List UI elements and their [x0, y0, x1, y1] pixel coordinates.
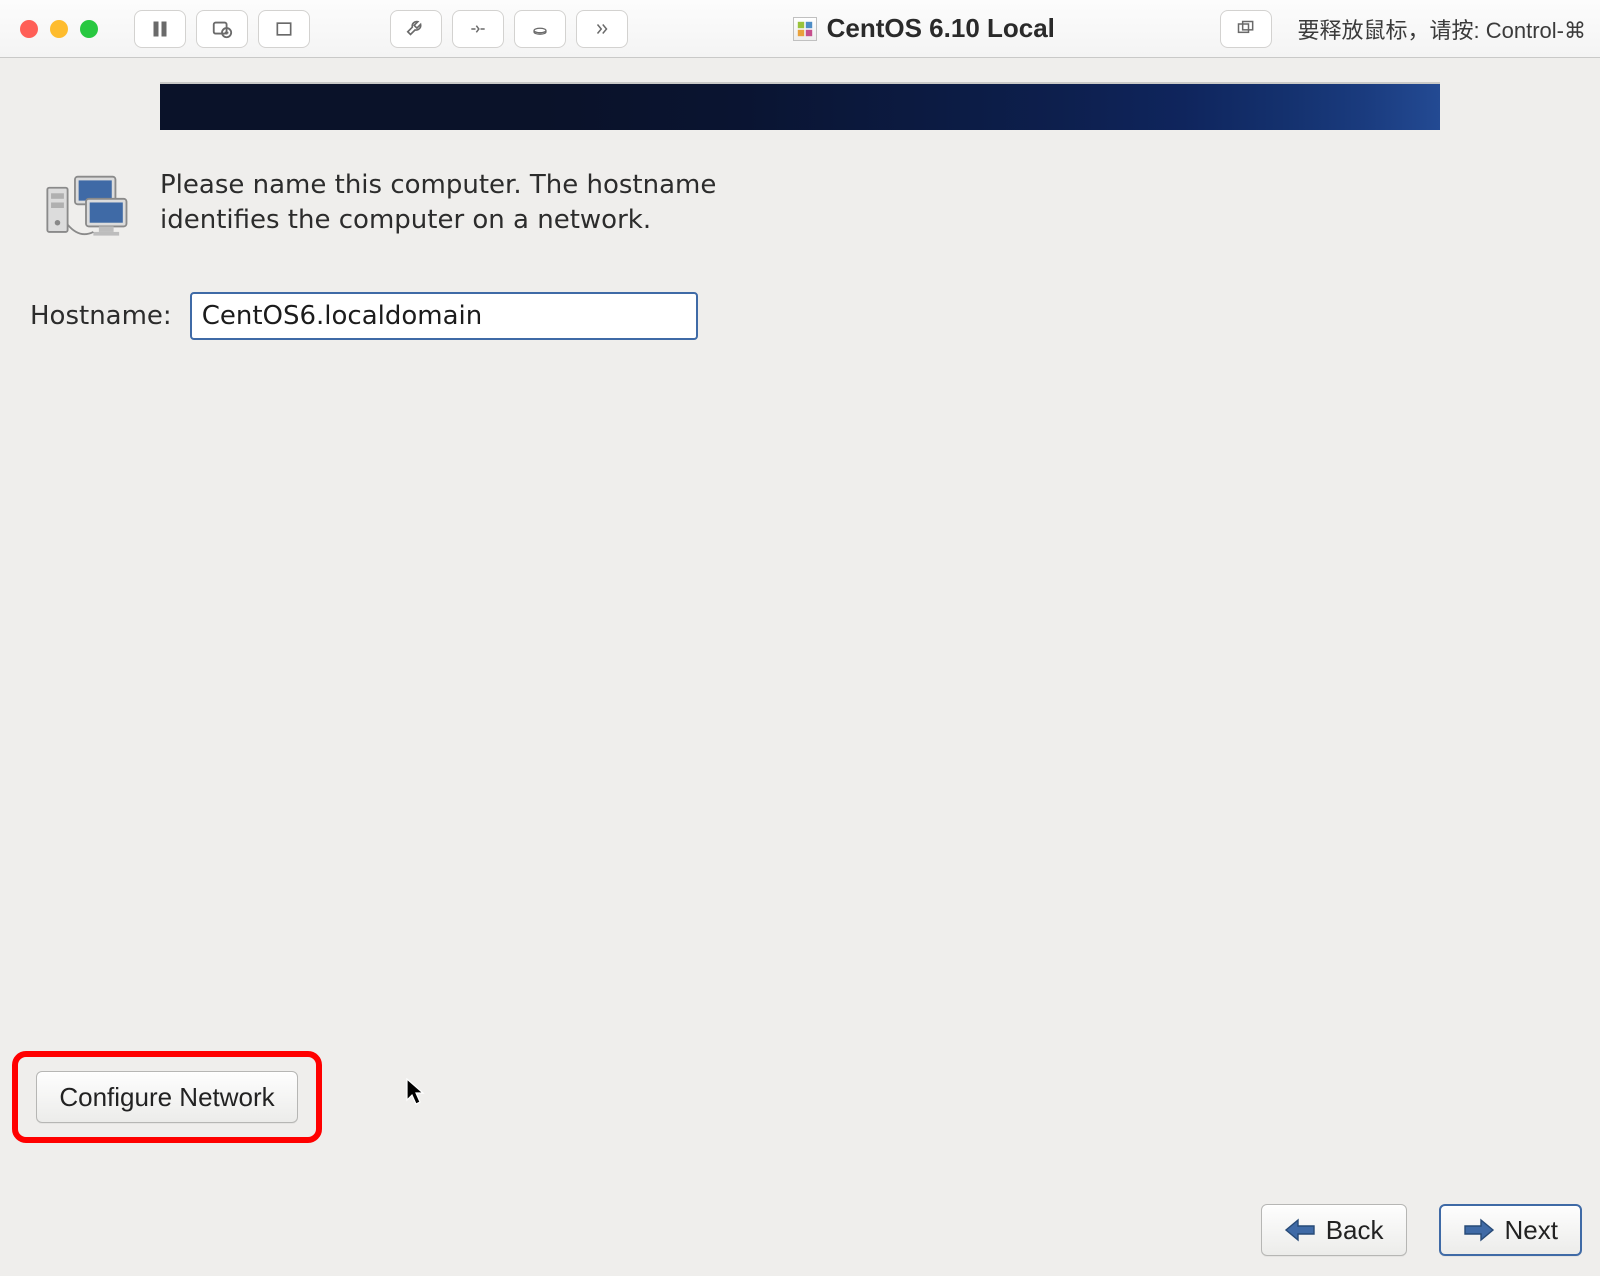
chevrons-right-icon	[592, 20, 612, 38]
snapshot-button[interactable]	[196, 10, 248, 48]
minimize-window-button[interactable]	[50, 20, 68, 38]
vm-tools-button[interactable]	[390, 10, 442, 48]
pause-vm-button[interactable]	[134, 10, 186, 48]
installer-banner	[160, 82, 1440, 130]
send-key-icon	[467, 19, 489, 39]
window-list-button[interactable]	[1220, 10, 1272, 48]
configure-network-label: Configure Network	[59, 1082, 274, 1113]
wrench-icon	[405, 18, 427, 40]
arrow-left-icon	[1284, 1217, 1316, 1243]
release-mouse-hint: 要释放鼠标，请按: Control-⌘	[1298, 13, 1586, 45]
vm-control-group	[134, 10, 310, 48]
back-label: Back	[1326, 1215, 1384, 1246]
wizard-nav: Back Next	[1261, 1204, 1582, 1256]
mouse-cursor-icon	[406, 1076, 426, 1114]
hostname-label: Hostname:	[30, 301, 172, 331]
rectangle-icon	[274, 19, 294, 39]
more-devices-button[interactable]	[576, 10, 628, 48]
hostname-intro-text: Please name this computer. The hostname …	[160, 168, 720, 248]
disk-button[interactable]	[514, 10, 566, 48]
vm-title-text: CentOS 6.10 Local	[827, 13, 1055, 44]
hostname-intro: Please name this computer. The hostname …	[40, 168, 900, 248]
hostname-row: Hostname:	[30, 292, 698, 340]
zoom-window-button[interactable]	[80, 20, 98, 38]
configure-network-button[interactable]: Configure Network	[36, 1071, 297, 1123]
guest-os-screen: Please name this computer. The hostname …	[0, 58, 1600, 1276]
annotation-highlight: Configure Network	[12, 1051, 322, 1143]
window-traffic-lights	[20, 20, 98, 38]
send-key-button[interactable]	[452, 10, 504, 48]
fullscreen-button[interactable]	[258, 10, 310, 48]
back-button[interactable]: Back	[1261, 1204, 1407, 1256]
network-computers-icon	[40, 168, 132, 248]
vm-title: CentOS 6.10 Local	[793, 13, 1055, 44]
next-button[interactable]: Next	[1439, 1204, 1582, 1256]
arrow-right-icon	[1463, 1217, 1495, 1243]
hostname-input[interactable]	[190, 292, 698, 340]
close-window-button[interactable]	[20, 20, 38, 38]
vm-centos-icon	[793, 17, 817, 41]
vm-devices-group	[390, 10, 628, 48]
pause-icon	[150, 19, 170, 39]
disk-icon	[529, 20, 551, 38]
camera-snapshot-icon	[211, 18, 233, 40]
next-label: Next	[1505, 1215, 1558, 1246]
window-stack-icon	[1235, 19, 1257, 39]
window-titlebar: CentOS 6.10 Local 要释放鼠标，请按: Control-⌘	[0, 0, 1600, 58]
